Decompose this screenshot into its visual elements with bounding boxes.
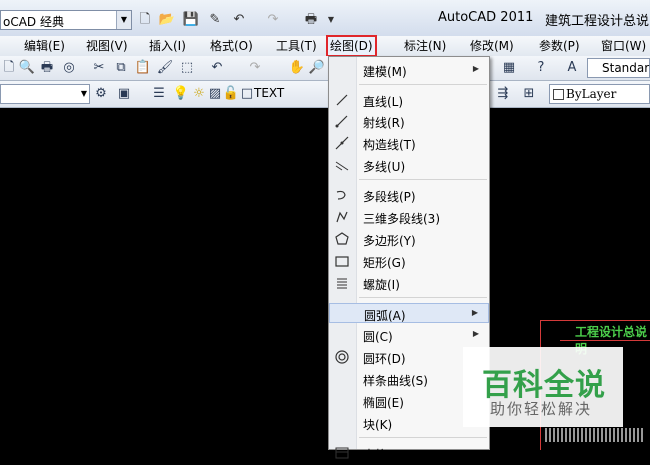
menu-item-helix[interactable]: 螺旋(I) <box>329 273 489 293</box>
submenu-arrow-icon: ▶ <box>472 64 479 73</box>
menu-item-ray[interactable]: 射线(R) <box>329 111 489 131</box>
submenu-arrow-icon: ▶ <box>471 308 478 317</box>
current-layer-name: TEXT <box>254 86 285 100</box>
menu-view[interactable]: 视图(V) <box>84 36 130 56</box>
layer-state-icon[interactable]: ▣ <box>115 85 133 103</box>
menu-edit[interactable]: 编辑(E) <box>22 36 67 56</box>
menu-separator <box>359 437 487 438</box>
publish-icon[interactable]: ◎ <box>60 59 78 77</box>
menu-item-3d-polyline[interactable]: 三维多段线(3) <box>329 207 489 227</box>
menu-separator <box>359 297 487 298</box>
print-icon[interactable]: 🖶 <box>302 11 320 29</box>
rectangle-icon <box>334 253 350 269</box>
menu-separator <box>359 179 487 180</box>
menu-draw[interactable]: 绘图(D) <box>326 35 377 57</box>
text-style-combo[interactable]: Standar <box>587 58 650 78</box>
paste-icon[interactable]: 📋 <box>134 59 152 77</box>
customize-chevron-icon[interactable]: ▼ <box>322 11 340 29</box>
menu-item-polyline[interactable]: 多段线(P) <box>329 185 489 205</box>
lightbulb-icon[interactable]: 💡 <box>172 85 190 103</box>
color-control-combo[interactable]: ByLayer <box>549 84 650 104</box>
menu-tools[interactable]: 工具(T) <box>274 36 319 56</box>
cut-icon[interactable]: ✂ <box>90 59 108 77</box>
layer-settings-icon[interactable]: ⚙ <box>92 85 110 103</box>
open-folder-icon[interactable]: 📂 <box>158 11 176 29</box>
layer-selector[interactable]: ▼ <box>0 84 90 104</box>
helix-icon <box>334 275 350 291</box>
copy-icon[interactable]: ⧉ <box>112 59 130 77</box>
menu-separator <box>359 84 487 85</box>
ray-icon <box>334 113 350 129</box>
menu-parametric[interactable]: 参数(P) <box>537 36 582 56</box>
layers-toolbar: ▼ ⚙ ▣ ☰ 💡 ☼ ▨ 🔓 □ TEXT ⇶ ⊞ ByLayer <box>0 81 650 108</box>
menu-modify[interactable]: 修改(M) <box>468 36 516 56</box>
menu-item-rectangle[interactable]: 矩形(G) <box>329 251 489 271</box>
donut-icon <box>334 349 350 365</box>
calculator-icon[interactable]: ▦ <box>500 59 518 77</box>
undo-icon[interactable]: ↶ <box>208 59 226 77</box>
menu-item-arc[interactable]: 圆弧(A) ▶ <box>329 303 489 323</box>
3d-polyline-icon <box>334 209 350 225</box>
undo-icon[interactable]: ↶ <box>230 11 248 29</box>
title-bar: oCAD 经典 ▼ 🗋 📂 💾 ✎ ↶ ↷ 🖶 ▼ AutoCAD 2011 建… <box>0 0 650 37</box>
menu-bar: 编辑(E) 视图(V) 插入(I) 格式(O) 工具(T) 绘图(D) 标注(N… <box>0 35 650 57</box>
table-icon <box>334 445 350 461</box>
save-icon[interactable]: 💾 <box>182 11 200 29</box>
redo-icon[interactable]: ↷ <box>246 59 264 77</box>
document-title: 建筑工程设计总说明 <box>545 14 650 29</box>
menu-format[interactable]: 格式(O) <box>208 36 255 56</box>
menu-item-line[interactable]: 直线(L) <box>329 90 489 110</box>
help-icon[interactable]: ? <box>532 59 550 77</box>
new-file-icon[interactable]: 🗋 <box>136 11 154 29</box>
drawing-text-block <box>545 428 645 442</box>
menu-item-table[interactable]: 表格 <box>329 443 489 463</box>
polyline-icon <box>334 187 350 203</box>
multiline-icon <box>334 157 350 173</box>
layer-match-icon[interactable]: ⊞ <box>520 85 538 103</box>
construction-line-icon <box>334 135 350 151</box>
layer-properties-icon[interactable]: ☰ <box>150 85 168 103</box>
print-preview-icon[interactable]: 🔍 <box>18 59 36 77</box>
new-icon[interactable]: 🗋 <box>0 59 18 77</box>
menu-insert[interactable]: 插入(I) <box>147 36 188 56</box>
text-style-icon[interactable]: A <box>563 59 581 77</box>
polygon-icon <box>334 231 350 247</box>
watermark-slogan: 助你轻松解决 <box>490 400 593 418</box>
redo-icon[interactable]: ↷ <box>264 11 282 29</box>
menu-item-polygon[interactable]: 多边形(Y) <box>329 229 489 249</box>
app-title: AutoCAD 2011 <box>438 10 534 25</box>
menu-item-construction-line[interactable]: 构造线(T) <box>329 133 489 153</box>
menu-window[interactable]: 窗口(W) <box>599 36 648 56</box>
menu-item-multiline[interactable]: 多线(U) <box>329 155 489 175</box>
workspace-selector[interactable]: oCAD 经典 ▼ <box>0 10 132 30</box>
line-icon <box>334 92 350 108</box>
drawing-border-line <box>540 320 650 321</box>
menu-dimension[interactable]: 标注(N) <box>402 36 448 56</box>
menu-item-modeling[interactable]: 建模(M) ▶ <box>329 60 489 80</box>
save-as-icon[interactable]: ✎ <box>206 11 224 29</box>
standard-toolbar: 🗋 🔍 🖶 ◎ ✂ ⧉ 📋 🖌 ⬚ ↶ ↷ ✋ 🔎 ▦ ? A Standar <box>0 56 650 81</box>
match-properties-icon[interactable]: 🖌 <box>156 59 174 77</box>
color-checkbox <box>553 89 564 100</box>
menu-item-circle[interactable]: 圆(C) ▶ <box>329 325 489 345</box>
chevron-down-icon[interactable]: ▼ <box>81 85 87 103</box>
submenu-arrow-icon: ▶ <box>472 329 479 338</box>
zoom-icon[interactable]: 🔎 <box>308 59 326 77</box>
block-editor-icon[interactable]: ⬚ <box>178 59 196 77</box>
bylayer-label: ByLayer <box>566 87 617 101</box>
workspace-name: oCAD 经典 <box>3 15 64 29</box>
layer-previous-icon[interactable]: ⇶ <box>494 85 512 103</box>
plot-icon[interactable]: 🖶 <box>38 59 56 77</box>
chevron-down-icon[interactable]: ▼ <box>116 11 131 29</box>
pan-icon[interactable]: ✋ <box>288 59 306 77</box>
